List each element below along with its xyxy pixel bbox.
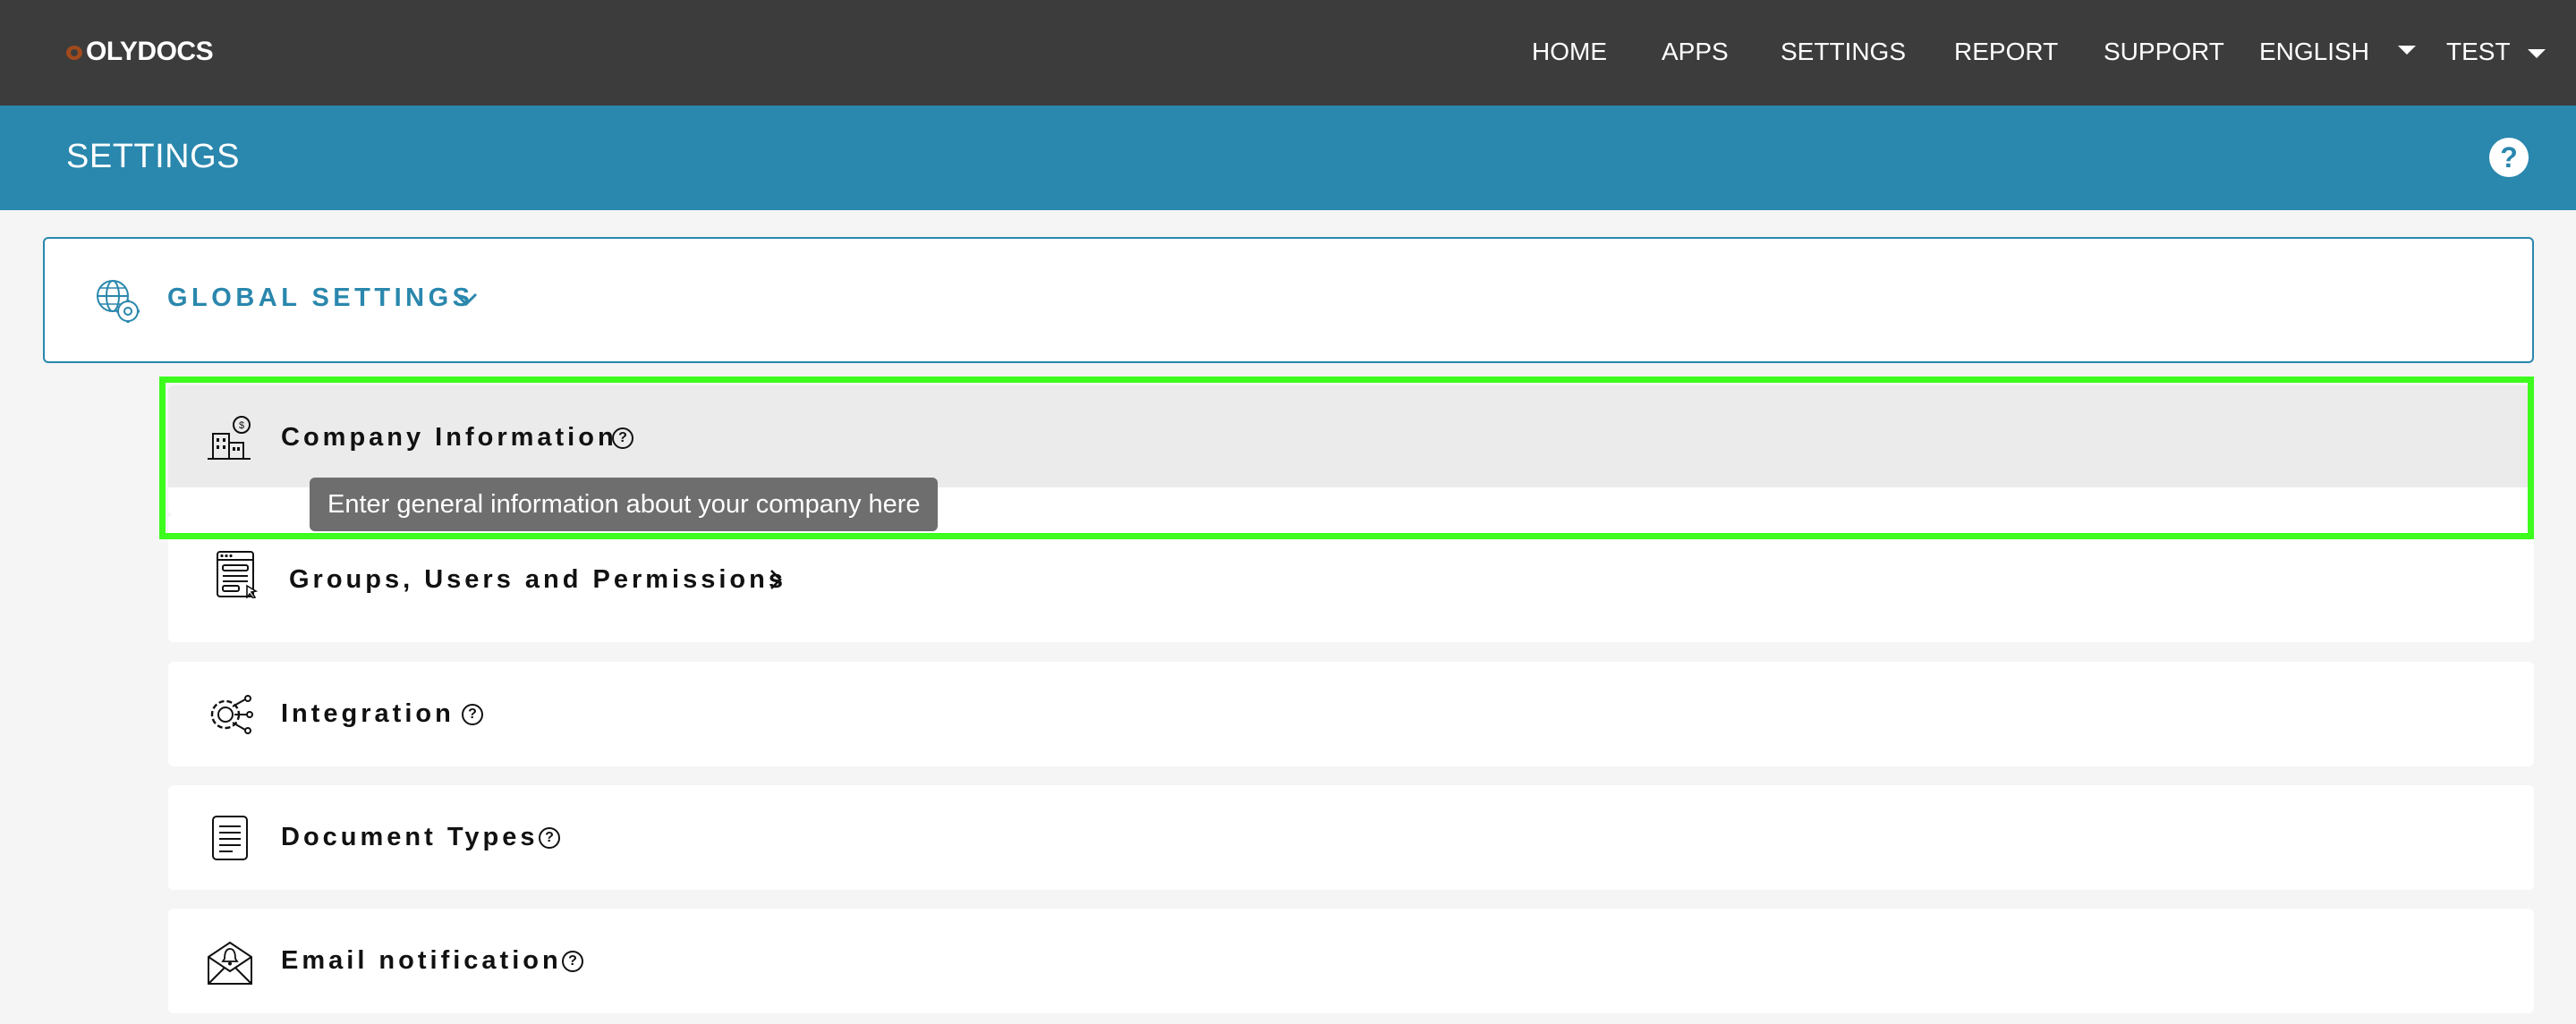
page-title: SETTINGS <box>66 138 241 175</box>
user-permissions-icon <box>217 551 259 598</box>
row-label: Integration <box>281 699 455 728</box>
nav-home[interactable]: HOME <box>1532 32 1607 72</box>
row-label: Email notification <box>281 946 562 975</box>
integration-gear-icon <box>210 695 253 734</box>
row-label: Document Types <box>281 823 539 851</box>
logo-text: OLYDOCS <box>86 37 214 66</box>
row-label: Groups, Users and Permissions <box>289 565 786 594</box>
language-label: ENGLISH <box>2259 38 2369 65</box>
page-header: SETTINGS <box>0 106 2576 210</box>
caret-down-icon <box>2527 48 2546 58</box>
nav-support[interactable]: SUPPORT <box>2104 32 2224 72</box>
question-icon[interactable]: ? <box>612 427 633 449</box>
row-label: Company Information <box>281 423 617 452</box>
user-menu[interactable]: TEST <box>2446 32 2546 72</box>
email-notification-icon <box>208 941 252 985</box>
app-logo[interactable]: OLYDOCS <box>64 32 214 72</box>
logo-icon <box>64 42 84 62</box>
settings-row-groups-users-permissions[interactable]: Groups, Users and Permissions <box>168 514 2534 642</box>
question-icon[interactable]: ? <box>562 951 583 972</box>
nav-settings[interactable]: SETTINGS <box>1781 32 1906 72</box>
tooltip: Enter general information about your com… <box>310 478 938 531</box>
top-navbar: OLYDOCS HOME APPS SETTINGS REPORT SUPPOR… <box>0 0 2576 106</box>
company-building-icon: $ <box>208 416 251 460</box>
settings-row-document-types[interactable]: Document Types ? <box>168 785 2534 890</box>
question-icon[interactable]: ? <box>462 704 483 725</box>
help-icon[interactable]: ? <box>2489 138 2529 177</box>
caret-down-icon <box>2397 45 2416 55</box>
settings-row-integration[interactable]: Integration ? <box>168 662 2534 766</box>
nav-report[interactable]: REPORT <box>1954 32 2058 72</box>
global-settings-toggle[interactable]: GLOBAL SETTINGS <box>43 237 2534 363</box>
language-dropdown[interactable]: ENGLISH <box>2259 32 2416 72</box>
user-label: TEST <box>2446 38 2511 65</box>
chevron-down-icon <box>455 292 478 307</box>
globe-gear-icon <box>97 280 140 323</box>
global-settings-label: GLOBAL SETTINGS <box>167 284 474 312</box>
settings-row-email-notification[interactable]: Email notification ? <box>168 909 2534 1013</box>
nav-apps[interactable]: APPS <box>1662 32 1729 72</box>
chevron-right-icon <box>770 570 782 589</box>
question-icon[interactable]: ? <box>539 827 560 849</box>
svg-text:$: $ <box>239 420 244 431</box>
document-icon <box>212 816 248 860</box>
